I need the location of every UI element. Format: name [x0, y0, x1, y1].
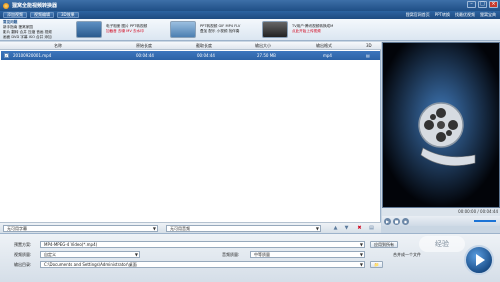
device-panel[interactable]: PPT转视频 GIF MP4 FLV 叠加 配乐 小视频 找伴奏 — [200, 20, 260, 40]
watermark: 经验 — [419, 236, 465, 252]
volume-slider[interactable] — [474, 220, 496, 222]
snapshot-button[interactable]: ◉ — [402, 217, 409, 225]
window-title: 狸窝全能视频转换器 — [12, 3, 58, 9]
link-guide[interactable]: 狸窝宝典 — [480, 12, 496, 18]
audio-value: 无可用音频 — [170, 226, 190, 231]
move-up-icon[interactable]: ▲ — [332, 225, 339, 232]
row-original-length: 00:04:44 — [136, 53, 154, 58]
file-list: ✓ 20100920001.mp4 00:04:44 00:04:44 27.5… — [0, 50, 381, 222]
output-dir-label: 输出目录: — [14, 262, 32, 267]
ad-line[interactable]: 加截音 去噪 MV 去水印 — [106, 29, 166, 34]
delete-icon[interactable]: ✖ — [356, 225, 363, 232]
file-list-header: 名称 原始长度 截取长度 输出大小 输出格式 3D — [0, 42, 381, 50]
clear-list-icon[interactable]: ▤ — [368, 225, 375, 232]
play-button[interactable]: ▶ — [384, 217, 391, 225]
close-button[interactable]: × — [489, 1, 498, 8]
convert-button[interactable] — [464, 245, 494, 275]
player-controls: ▶ ■ ◉ — [382, 216, 500, 226]
maximize-button[interactable]: □ — [478, 1, 487, 8]
chevron-down-icon: ▼ — [359, 242, 363, 247]
col-name[interactable]: 名称 — [54, 43, 62, 49]
col-clip-length[interactable]: 截取长度 — [196, 43, 212, 49]
stop-button[interactable]: ■ — [393, 217, 400, 225]
link-find-video[interactable]: 找最优视频 — [455, 12, 475, 18]
preset-select[interactable]: MP4-MPEG-4 Video(*.mp4) ▼ — [40, 241, 365, 248]
minimize-button[interactable]: – — [467, 1, 476, 8]
table-row[interactable]: ✓ 20100920001.mp4 00:04:44 00:04:44 27.5… — [1, 51, 380, 60]
window-controls: – □ × — [467, 1, 498, 8]
film-reel-icon — [383, 43, 499, 207]
row-checkbox[interactable]: ✓ — [4, 53, 9, 58]
col-output-format[interactable]: 输出格式 — [316, 43, 332, 49]
video-edit-button[interactable]: 视频编辑 — [30, 12, 54, 18]
list-footer: 无可用字幕 ▼ 无可用音频 ▼ ▲ ▼ ✖ ▤ — [0, 222, 381, 233]
preset-value: MP4-MPEG-4 Video(*.mp4) — [44, 242, 98, 247]
chevron-down-icon: ▼ — [359, 252, 363, 257]
row-filename: 20100920001.mp4 — [13, 53, 52, 58]
col-output-size[interactable]: 输出大小 — [255, 43, 271, 49]
output-dir-input[interactable]: C:\Documents and Settings\Administrator\… — [40, 261, 365, 268]
album-panel[interactable]: 电子相册 图片 PPT转视频 加截音 去噪 MV 去水印 — [106, 20, 166, 40]
chevron-down-icon: ▼ — [134, 252, 138, 257]
audio-quality-label: 音频质量: — [222, 252, 240, 257]
link-ppt-convert[interactable]: PPT转换 — [435, 12, 450, 18]
audio-quality-value: 中等质量 — [254, 252, 270, 257]
move-down-icon[interactable]: ▼ — [343, 225, 350, 232]
subtitle-select[interactable]: 无可用字幕 ▼ — [3, 225, 158, 232]
video-quality-label: 视频质量: — [14, 252, 32, 257]
audio-quality-select[interactable]: 中等质量 ▼ — [250, 251, 365, 258]
col-original-length[interactable]: 原始长度 — [136, 43, 152, 49]
ad-banner: 常见问题 新手指南 狸窝家园 影片 翻转 合并 压缩 音画 视频 画面 DVD … — [0, 19, 500, 41]
chevron-down-icon: ▼ — [359, 262, 363, 267]
faq-panel[interactable]: 常见问题 新手指南 狸窝家园 影片 翻转 合并 压缩 音画 视频 画面 DVD … — [3, 20, 73, 40]
camera-thumbnail-icon[interactable] — [262, 21, 288, 38]
merge-checkbox-label[interactable]: 合并成一个文件 — [393, 251, 421, 258]
title-bar: 狸窝全能视频转换器 – □ × — [0, 0, 500, 11]
subtitle-value: 无可用字幕 — [7, 226, 27, 231]
row-output-size: 27.50 MB — [257, 53, 276, 58]
video-quality-value: 自定义 — [44, 252, 56, 257]
audio-select[interactable]: 无可用音频 ▼ — [166, 225, 321, 232]
output-dir-value: C:\Documents and Settings\Administrator\… — [44, 262, 137, 267]
device-thumbnail-icon[interactable] — [170, 21, 196, 38]
add-video-button[interactable]: 添加视频 — [3, 12, 27, 18]
row-3d-icon[interactable]: ▤ — [366, 51, 370, 60]
browse-folder-icon[interactable]: 📁 — [370, 261, 383, 268]
video-preview[interactable] — [382, 42, 500, 208]
ad-line[interactable]: 叠加 配乐 小视频 找伴奏 — [200, 29, 260, 34]
row-output-format: mp4 — [323, 53, 332, 58]
top-links: 狸窝官网首页 PPT转换 找最优视频 狸窝宝典 — [406, 11, 496, 19]
play-icon — [476, 254, 485, 266]
upload-panel[interactable]: TV用户·腾讯视频转换成M 点此开始上传视频 — [292, 20, 372, 40]
chevron-down-icon: ▼ — [152, 226, 156, 231]
app-logo-icon — [3, 2, 9, 9]
apply-all-button[interactable]: 应用到所有 — [370, 241, 398, 248]
link-homepage[interactable]: 狸窝官网首页 — [406, 12, 430, 18]
chevron-down-icon: ▼ — [315, 226, 319, 231]
main-toolbar: 添加视频 视频编辑 3D效果 狸窝官网首页 PPT转换 找最优视频 狸窝宝典 — [0, 11, 500, 19]
ad-line[interactable]: 点此开始上传视频 — [292, 29, 372, 34]
3d-effect-button[interactable]: 3D效果 — [57, 12, 79, 18]
row-clip-length: 00:04:44 — [197, 53, 215, 58]
preset-label: 预置方案: — [14, 242, 32, 247]
video-quality-select[interactable]: 自定义 ▼ — [40, 251, 140, 258]
col-3d[interactable]: 3D — [366, 43, 372, 49]
preview-time: 00:00:00 / 00:04:44 — [382, 208, 500, 216]
album-thumbnail-icon[interactable] — [76, 21, 102, 38]
faq-line[interactable]: 画面 DVD 字幕 ISO 合并 添加 — [3, 35, 73, 40]
